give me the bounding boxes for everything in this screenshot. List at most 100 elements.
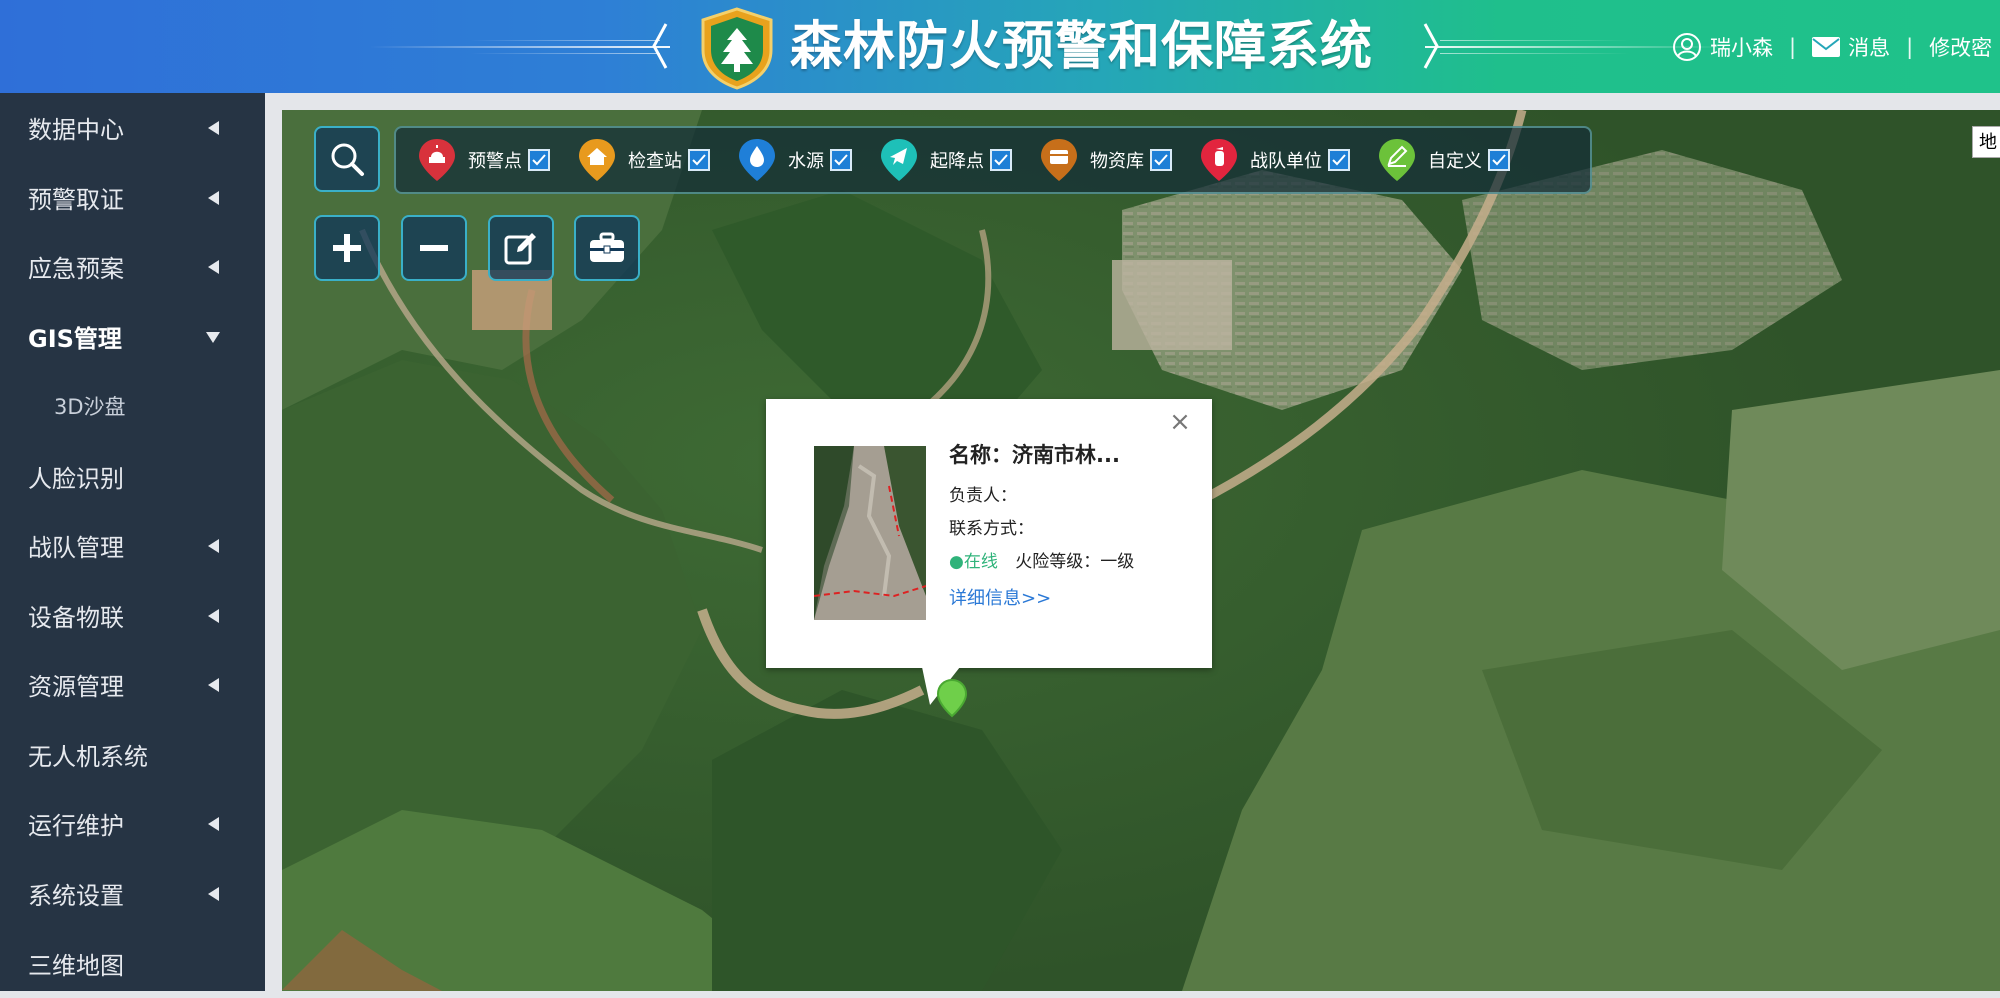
checkmark-icon	[692, 154, 706, 166]
layer-checkbox[interactable]	[1150, 149, 1172, 171]
layer-checkbox[interactable]	[688, 149, 710, 171]
caret-left-icon	[208, 538, 219, 553]
sidebar-item-device-iot[interactable]: 设备物联	[0, 581, 265, 650]
minus-icon	[420, 245, 448, 251]
caret-left-icon	[208, 816, 219, 831]
sidebar-item-label: 人脸识别	[28, 465, 124, 493]
sidebar-item-label: 3D沙盘	[54, 395, 126, 419]
sidebar-item-label: 应急预案	[28, 255, 124, 283]
location-thumbnail[interactable]	[814, 446, 926, 620]
layer-label: 战队单位	[1250, 151, 1322, 172]
layer-checkbox[interactable]	[1488, 149, 1510, 171]
detail-link[interactable]: 详细信息>>	[949, 584, 1134, 610]
layer-toggle-supply-depot[interactable]: 物资库	[1038, 137, 1172, 183]
layer-filter-bar: 预警点 检查站 水源 起降点 物资库 战队单位 自定义	[394, 126, 1592, 194]
close-icon[interactable]: ×	[1166, 407, 1194, 437]
map-type-switch[interactable]: 地	[1972, 126, 2000, 158]
caret-left-icon	[208, 677, 219, 692]
layer-label: 自定义	[1428, 151, 1482, 172]
zoom-in-button[interactable]	[314, 215, 380, 281]
layer-toggle-landing-point[interactable]: 起降点	[878, 137, 1012, 183]
page-title: 森林防火预警和保障系统	[790, 17, 1374, 77]
pencil-icon	[1379, 139, 1415, 181]
supply-box-icon	[1041, 139, 1077, 181]
sidebar-item-emergency-plan[interactable]: 应急预案	[0, 232, 265, 301]
change-password-label: 修改密	[1929, 36, 1993, 60]
layer-checkbox[interactable]	[830, 149, 852, 171]
sidebar-item-3d-sandbox[interactable]: 3D沙盘	[0, 376, 265, 436]
separator: |	[1906, 35, 1914, 59]
sidebar-item-team-management[interactable]: 战队管理	[0, 511, 265, 580]
layer-label: 检查站	[628, 151, 682, 172]
messages-label: 消息	[1848, 36, 1891, 60]
checkmark-icon	[1154, 154, 1168, 166]
edit-icon	[504, 233, 536, 265]
user-menu[interactable]: 瑞小森	[1672, 32, 1773, 62]
location-name: 名称：济南市林...	[949, 443, 1120, 467]
separator: |	[1789, 35, 1797, 59]
layer-toggle-team-unit[interactable]: 战队单位	[1198, 137, 1350, 183]
caret-down-icon	[206, 331, 220, 343]
layer-toggle-warning-point[interactable]: 预警点	[416, 137, 550, 183]
layer-label: 预警点	[468, 151, 522, 172]
header-decoration-right	[1440, 53, 1630, 54]
sidebar-item-data-center[interactable]: 数据中心	[0, 93, 265, 162]
sidebar-item-label: 无人机系统	[28, 743, 148, 771]
layer-checkbox[interactable]	[528, 149, 550, 171]
user-name: 瑞小森	[1710, 36, 1773, 60]
header-decoration-left	[370, 46, 670, 48]
layer-checkbox[interactable]	[1328, 149, 1350, 171]
sidebar-item-drone-system[interactable]: 无人机系统	[0, 720, 265, 789]
alarm-light-icon	[419, 139, 455, 181]
sidebar-item-label: 预警取证	[28, 186, 124, 214]
messages-button[interactable]: 消息	[1812, 32, 1890, 62]
sidebar: 数据中心 预警取证 应急预案 GIS管理 3D沙盘 人脸识别 战队管理 设备物联…	[0, 93, 265, 991]
change-password-button[interactable]: 修改密	[1929, 32, 1992, 62]
search-button[interactable]	[314, 126, 380, 192]
owner-label: 负责人：	[949, 486, 1017, 506]
layer-toggle-checkpoint[interactable]: 检查站	[576, 137, 710, 183]
fire-extinguisher-icon	[1201, 139, 1237, 181]
popup-info: 名称：济南市林... 负责人： 联系方式： ●在线 火险等级：一级 详细信息>>	[949, 439, 1134, 610]
caret-left-icon	[208, 608, 219, 623]
forest-shield-logo-icon	[701, 7, 773, 90]
sidebar-item-3d-map[interactable]: 三维地图	[0, 929, 265, 998]
layer-toggle-water-source[interactable]: 水源	[736, 137, 852, 183]
caret-left-icon	[208, 259, 219, 274]
map-marker-icon[interactable]	[936, 678, 968, 718]
sidebar-item-gis[interactable]: GIS管理	[0, 302, 265, 371]
search-icon	[331, 143, 364, 176]
user-icon	[1673, 33, 1701, 61]
sidebar-item-label: 数据中心	[28, 116, 124, 144]
header-decoration-right	[1440, 40, 1630, 41]
mail-icon	[1812, 37, 1841, 57]
sidebar-item-label: GIS管理	[28, 325, 122, 353]
sidebar-item-label: 设备物联	[28, 604, 124, 632]
sidebar-item-system-settings[interactable]: 系统设置	[0, 859, 265, 928]
caret-left-icon	[208, 120, 219, 135]
checkmark-icon	[834, 154, 848, 166]
satellite-map[interactable]: 预警点 检查站 水源 起降点 物资库 战队单位 自定义 地 × 名称：济南市林.…	[282, 110, 2000, 991]
status-row: ●在线 火险等级：一级	[949, 547, 1134, 572]
checkmark-icon	[532, 154, 546, 166]
user-bar: 瑞小森 | 消息 | 修改密	[1672, 28, 1992, 66]
sidebar-item-label: 运行维护	[28, 812, 124, 840]
layer-checkbox[interactable]	[990, 149, 1012, 171]
sidebar-item-operation-maintenance[interactable]: 运行维护	[0, 789, 265, 858]
layer-toggle-custom[interactable]: 自定义	[1376, 137, 1510, 183]
layer-label: 物资库	[1090, 151, 1144, 172]
checkmark-icon	[1332, 154, 1346, 166]
sidebar-item-face-recognition[interactable]: 人脸识别	[0, 442, 265, 511]
online-status: ●在线	[949, 552, 998, 572]
house-icon	[579, 139, 615, 181]
contact-label: 联系方式：	[949, 519, 1034, 539]
toolbox-button[interactable]	[574, 215, 640, 281]
zoom-out-button[interactable]	[401, 215, 467, 281]
edit-button[interactable]	[488, 215, 554, 281]
caret-left-icon	[208, 190, 219, 205]
sidebar-item-label: 三维地图	[28, 952, 124, 980]
sidebar-item-label: 资源管理	[28, 673, 124, 701]
sidebar-item-warning-evidence[interactable]: 预警取证	[0, 163, 265, 232]
checkmark-icon	[1492, 154, 1506, 166]
sidebar-item-resource-management[interactable]: 资源管理	[0, 650, 265, 719]
